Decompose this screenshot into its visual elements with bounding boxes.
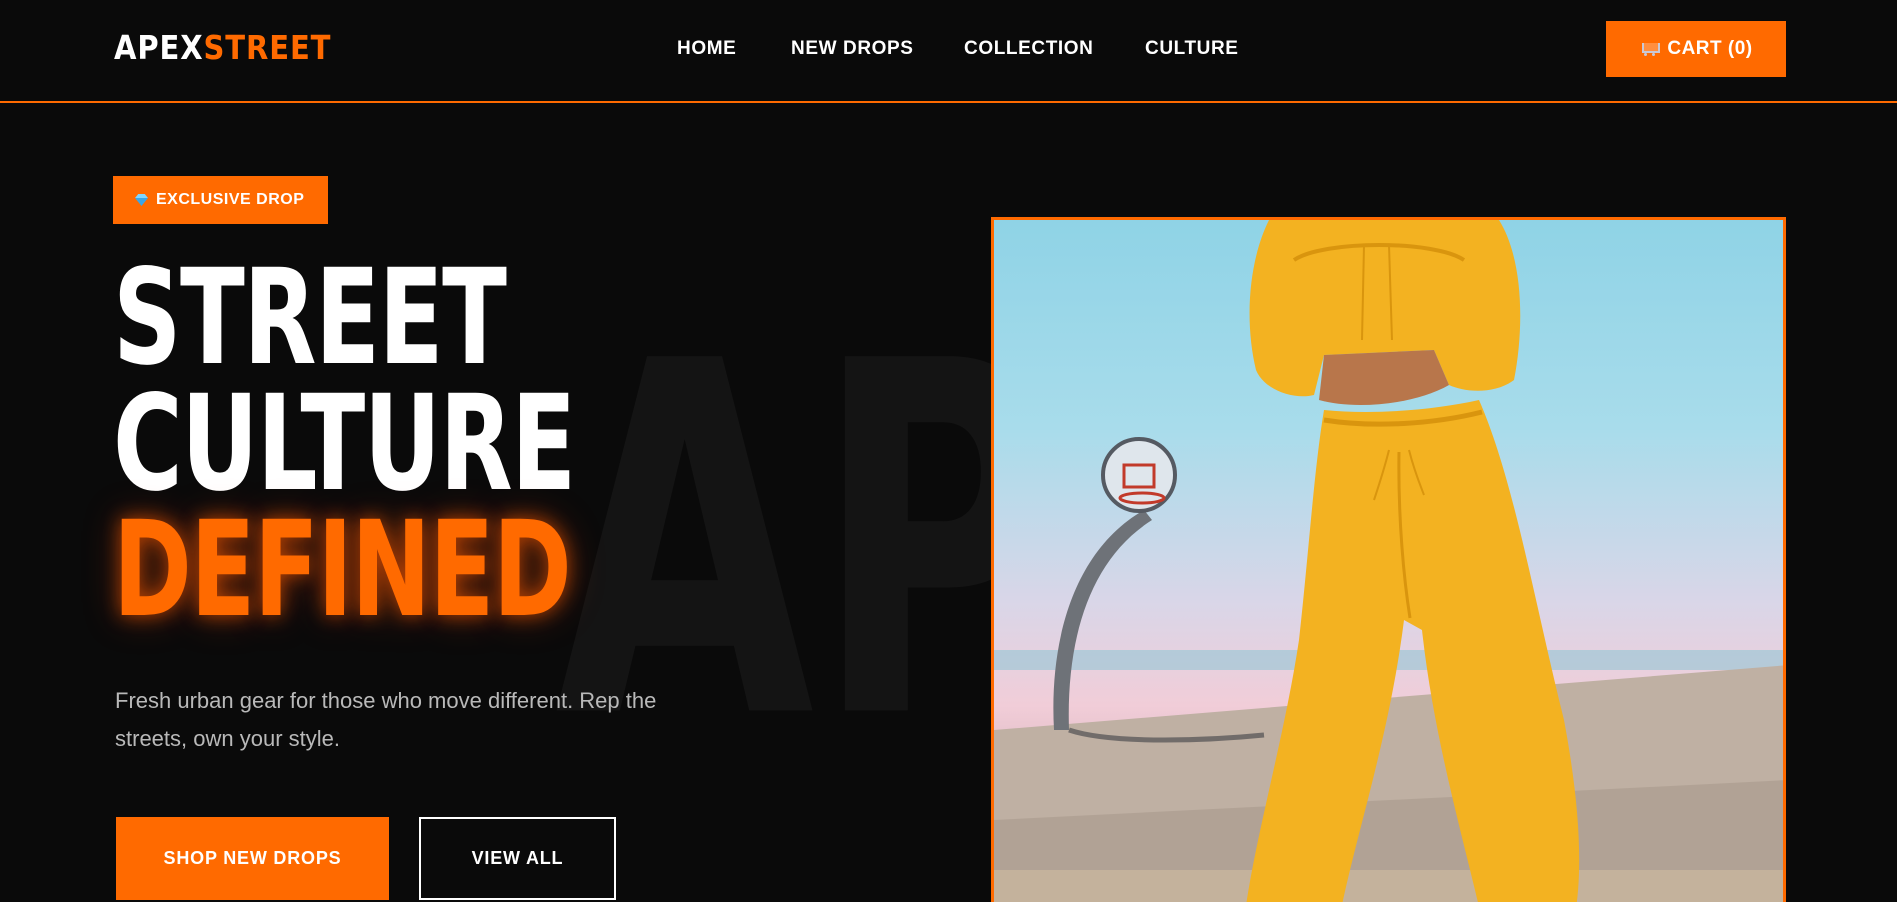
hero-subtitle: Fresh urban gear for those who move diff…	[115, 688, 657, 751]
brand-logo-part1: APEX	[114, 28, 204, 67]
nav-collection[interactable]: COLLECTION	[964, 38, 1094, 60]
nav-new-drops[interactable]: NEW DROPS	[791, 38, 914, 60]
shop-new-drops-button[interactable]: SHOP NEW DROPS	[116, 817, 389, 900]
site-header: APEXSTREET HOME NEW DROPS COLLECTION CUL…	[0, 0, 1897, 103]
brand-logo-part2: STREET	[203, 28, 332, 67]
cart-icon	[1639, 41, 1661, 57]
cart-label: CART (0)	[1667, 38, 1753, 59]
nav-home[interactable]: HOME	[677, 38, 736, 60]
brand-logo[interactable]: APEXSTREET	[114, 28, 331, 67]
gem-icon	[135, 194, 148, 206]
nav-culture[interactable]: CULTURE	[1145, 38, 1239, 60]
hero-headline: STREET CULTURE DEFINED	[113, 241, 754, 647]
cart-button[interactable]: CART (0)	[1606, 21, 1786, 77]
headline-line-3: DEFINED	[113, 493, 572, 647]
view-all-button[interactable]: VIEW ALL	[419, 817, 616, 900]
badge-label: EXCLUSIVE DROP	[156, 191, 305, 208]
exclusive-drop-badge: EXCLUSIVE DROP	[113, 176, 328, 224]
hero-image	[991, 217, 1786, 902]
headline-line-2: CULTURE	[113, 367, 576, 521]
headline-line-1: STREET	[113, 241, 507, 395]
